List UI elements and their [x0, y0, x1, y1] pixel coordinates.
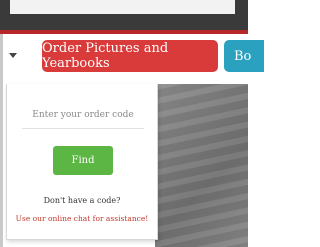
secondary-nav-button[interactable]: Bo [224, 40, 264, 72]
background-photo [155, 84, 248, 247]
find-button[interactable]: Find [53, 146, 113, 175]
caret-down-icon[interactable] [9, 53, 17, 58]
top-header-bar [0, 0, 248, 30]
order-code-input[interactable] [22, 101, 144, 129]
no-code-text: Don't have a code? [43, 196, 121, 205]
order-pictures-yearbooks-button[interactable]: Order Pictures and Yearbooks [42, 40, 218, 72]
online-chat-link[interactable]: Use our online chat for assistance! [6, 214, 158, 223]
header-strip [10, 0, 235, 14]
